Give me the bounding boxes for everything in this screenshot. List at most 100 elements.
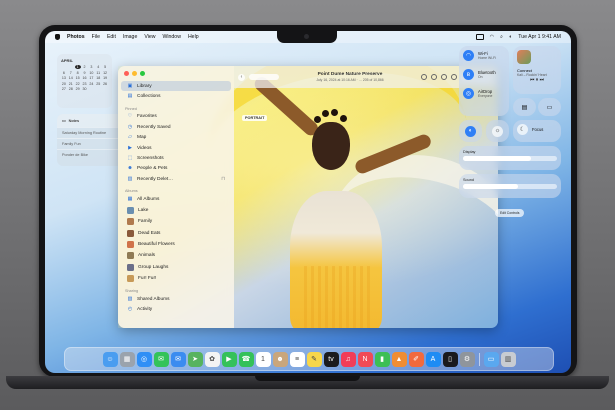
sidebar-item-album[interactable]: ▦ All Albums [121, 194, 231, 204]
bluetooth-toggle[interactable]: ʙ Bluetooth On [459, 65, 509, 84]
sidebar-item-album[interactable]: Fur! Fur! [121, 273, 231, 284]
menu-app-name[interactable]: Photos [67, 34, 85, 40]
menu-clock[interactable]: Tue Apr 1 9:41 AM [518, 34, 561, 40]
sidebar-item-favorites[interactable]: ♡ Favorites [121, 112, 231, 122]
sidebar-item-album[interactable]: Family [121, 216, 231, 227]
calendar-day[interactable]: 12 [102, 71, 108, 75]
volume-slider[interactable] [463, 184, 557, 189]
numbers-icon[interactable]: ▮ [374, 351, 390, 367]
share-icon[interactable] [431, 73, 437, 80]
photos-icon[interactable]: ✿ [204, 351, 220, 367]
menu-help[interactable]: Help [188, 34, 199, 40]
portrait-badge[interactable]: PORTRAIT [242, 115, 268, 121]
wifi-toggle[interactable]: ◠ Wi-Fi Home Wi-Fi [459, 46, 509, 65]
sidebar-item-album[interactable]: Lake [121, 205, 231, 216]
battery-icon[interactable] [475, 34, 484, 40]
calendar-day[interactable]: 19 [102, 76, 108, 80]
calendar-day[interactable]: 28 [68, 87, 74, 91]
zoom-slider[interactable] [249, 74, 279, 80]
notes-widget[interactable]: ▭ Notes Saturday Morning Routine Family … [57, 114, 127, 166]
news-icon[interactable]: N [357, 351, 373, 367]
finder-icon[interactable]: ☺ [102, 351, 118, 367]
keyboard-brightness-button[interactable]: ☼ [486, 120, 509, 142]
info-icon[interactable] [421, 73, 427, 80]
notes-widget-item[interactable]: Ponder de Bike [57, 149, 127, 160]
tv-icon[interactable]: tv [323, 351, 339, 367]
airdrop-toggle[interactable]: ◎ AirDrop Everyone [459, 84, 509, 103]
calendar-day[interactable]: 1 [74, 65, 81, 69]
back-button[interactable]: ‹ [238, 73, 245, 81]
calendar-day[interactable]: 9 [82, 71, 88, 75]
display-brightness-slider[interactable] [463, 156, 557, 161]
safari-icon[interactable]: ◎ [136, 351, 152, 367]
calendar-day[interactable]: 21 [68, 82, 74, 86]
focus-tile[interactable]: ☾ Focus [513, 120, 561, 142]
now-playing-tile[interactable]: Connect Kali – Rockin' Heart ⏮ ⏸ ⏭ [513, 46, 561, 94]
maps-icon[interactable]: ➤ [187, 351, 203, 367]
calendar-day[interactable]: 23 [82, 82, 88, 86]
calendar-day[interactable]: 4 [95, 65, 101, 69]
sidebar-item-album[interactable]: Beautiful Flowers [121, 239, 231, 250]
playback-controls[interactable]: ⏮ ⏸ ⏭ [513, 77, 561, 83]
rotate-icon[interactable] [451, 73, 457, 80]
calendar-widget[interactable]: APRIL 1 2 3 4 5 6 7 8 9 10 11 12 13 14 15 16 17 18 19 20 21 2… [57, 54, 112, 108]
notes-widget-item[interactable]: Saturday Morning Routine [57, 127, 127, 138]
sidebar-item-library[interactable]: ▣ Library [121, 81, 231, 92]
sidebar-item-collections[interactable]: ▤ Collections [121, 91, 231, 101]
app-store-icon[interactable]: A [425, 351, 441, 367]
sidebar-item-activity[interactable]: ◴ Activity [121, 305, 231, 315]
calendar-day[interactable]: 24 [88, 82, 94, 86]
menu-view[interactable]: View [144, 34, 155, 40]
sidebar-item-recently-deleted[interactable]: ▥ Recently Delet… ⊓ [121, 174, 231, 184]
menu-file[interactable]: File [92, 34, 100, 40]
calendar-day[interactable]: 14 [68, 76, 74, 80]
menu-image[interactable]: Image [123, 34, 137, 40]
sidebar-item-screenshots[interactable]: ⬚ Screenshots [121, 153, 231, 163]
apple-menu-icon[interactable] [55, 34, 60, 40]
calendar-day[interactable]: 6 [61, 71, 67, 75]
calendar-day[interactable]: 10 [88, 71, 94, 75]
sidebar-item-album[interactable]: Animals [121, 250, 231, 261]
calendar-day[interactable]: 15 [75, 76, 81, 80]
stage-manager-button[interactable]: ▤ [513, 98, 536, 116]
calendar-day[interactable]: 3 [88, 65, 94, 69]
calendar-day[interactable]: 22 [75, 82, 81, 86]
calendar-day[interactable]: 13 [61, 76, 67, 80]
messages-icon[interactable]: ✉ [153, 351, 169, 367]
contacts-icon[interactable]: ☻ [272, 351, 288, 367]
calendar-icon[interactable]: 1 [255, 351, 271, 367]
calendar-day[interactable]: 20 [61, 82, 67, 86]
sidebar-item-map[interactable]: ▱ Map [121, 133, 231, 143]
edit-controls-button[interactable]: Edit Controls [495, 209, 525, 217]
calendar-day[interactable]: 17 [88, 76, 94, 80]
notes-icon[interactable]: ✎ [306, 351, 322, 367]
search-menu-icon[interactable]: ⌕ [500, 34, 503, 41]
keynote-icon[interactable]: ▲ [391, 351, 407, 367]
calendar-day[interactable]: 8 [75, 71, 81, 75]
sidebar-item-shared-albums[interactable]: ▧ Shared Albums [121, 294, 231, 304]
sidebar-item-album[interactable]: Dead Eats [121, 228, 231, 239]
minimize-icon[interactable] [132, 71, 137, 76]
calendar-day[interactable]: 25 [95, 82, 101, 86]
menu-edit[interactable]: Edit [107, 34, 116, 40]
calendar-day[interactable]: 11 [95, 71, 101, 75]
screen-mirroring-button[interactable]: ▭ [538, 98, 561, 116]
calendar-day[interactable]: 16 [82, 76, 88, 80]
calendar-day[interactable]: 18 [95, 76, 101, 80]
favorite-icon[interactable] [441, 73, 447, 80]
wifi-menu-icon[interactable]: ◠ [490, 34, 495, 40]
sidebar-item-album[interactable]: Group Laughs [121, 262, 231, 273]
sidebar-item-people-pets[interactable]: ☻ People & Pets [121, 164, 231, 174]
music-icon[interactable]: ♫ [340, 351, 356, 367]
system-settings-icon[interactable]: ⚙ [459, 351, 475, 367]
launchpad-icon[interactable]: ▦ [119, 351, 135, 367]
dark-mode-button[interactable]: ◐ [459, 120, 482, 142]
trash-icon[interactable]: ▥ [500, 351, 516, 367]
calendar-day[interactable]: 27 [61, 87, 67, 91]
calendar-day[interactable]: 5 [102, 65, 108, 69]
calendar-day[interactable]: 26 [102, 82, 108, 86]
zoom-icon[interactable] [140, 71, 145, 76]
calendar-day[interactable]: 29 [75, 87, 81, 91]
phone-icon[interactable]: ☎ [238, 351, 254, 367]
downloads-folder-icon[interactable]: ▭ [483, 351, 499, 367]
